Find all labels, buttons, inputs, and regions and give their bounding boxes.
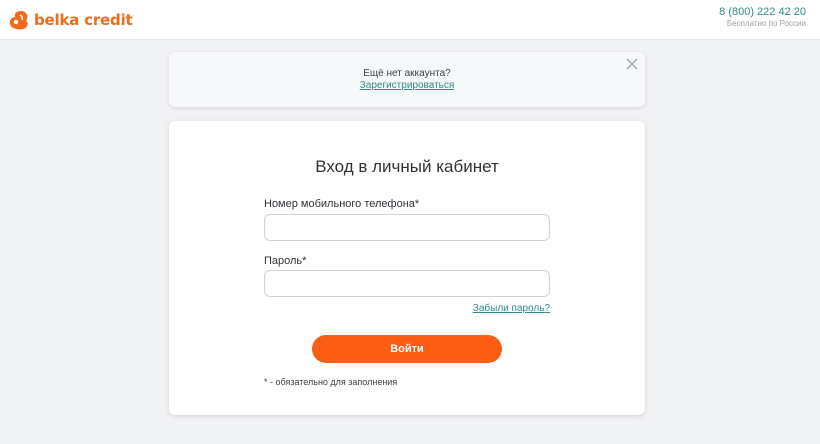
site-header: belka credit 8 (800) 222 42 20 Бесплатно… [0, 0, 820, 40]
password-input[interactable] [264, 270, 550, 297]
password-label: Пароль* [264, 255, 307, 267]
login-button[interactable]: Войти [312, 335, 502, 363]
page-title: Вход в личный кабинет [315, 157, 499, 176]
login-card: Вход в личный кабинет Номер мобильного т… [169, 121, 645, 415]
signup-prompt: Ещё нет аккаунта? [363, 68, 451, 79]
brand-logo[interactable]: belka credit [6, 8, 133, 32]
required-note: * - обязательно для заполнения [264, 377, 398, 387]
phone-label: Номер мобильного телефона* [264, 198, 420, 210]
phone-note: Бесплатно по России [726, 19, 806, 28]
forgot-password-link[interactable]: Забыли пароль? [473, 303, 550, 315]
brand-name: belka credit [34, 11, 133, 29]
phone-input[interactable] [264, 214, 550, 241]
close-icon[interactable] [625, 57, 639, 71]
signup-banner: Ещё нет аккаунта? Зарегистрироваться [169, 52, 645, 107]
contact-info: 8 (800) 222 42 20 Бесплатно по России [719, 6, 806, 29]
phone-link[interactable]: 8 (800) 222 42 20 [719, 6, 806, 19]
squirrel-logo-icon [9, 11, 28, 30]
register-link[interactable]: Зарегистрироваться [169, 80, 645, 92]
